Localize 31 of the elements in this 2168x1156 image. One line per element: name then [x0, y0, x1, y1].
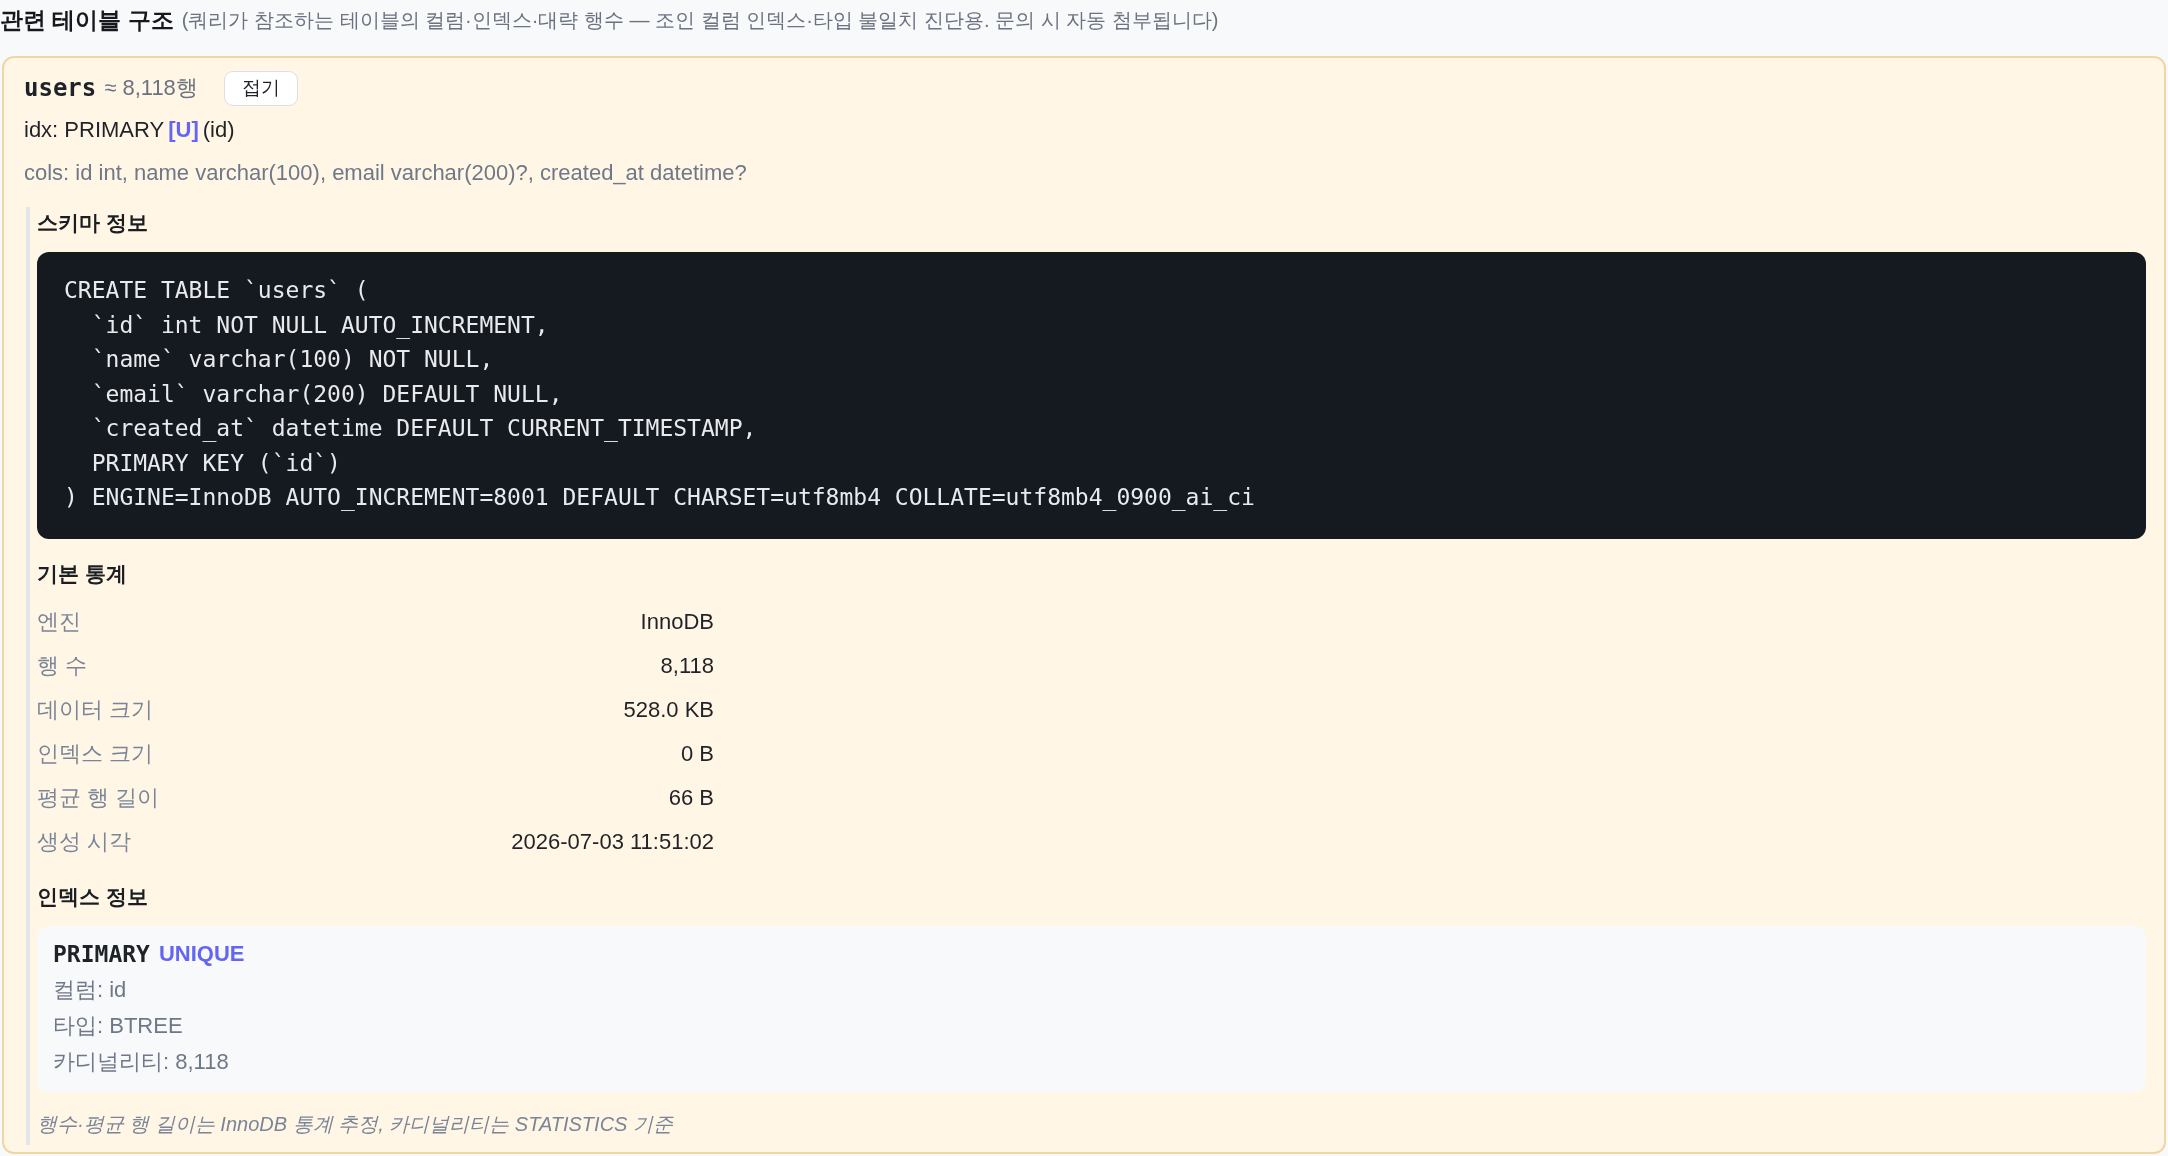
footnote: 행수·평균 행 길이는 InnoDB 통계 추정, 카디널리티는 STATISTICS 기준 — [37, 1111, 673, 1137]
sql-code: CREATE TABLE `users` ( `id` int NOT NULL AUTO_INCREMENT, `name` varchar(100) NOT NULL, `email` varchar(200) DEFAULT NULL, `created_at` datetime DEFAULT CURRENT_TIMESTAMP, PRIMARY KEY (`id`) ) ENGINE=InnoDB AUTO_INCREMENT=8001 DEFAULT CHARSET=utf8mb4 COLLATE=utf8mb4_0900_ai_ci — [64, 276, 1255, 513]
stat-label: 행 수 — [37, 651, 88, 680]
section-heading: 인덱스 정보 — [37, 883, 148, 910]
index-summary-columns: (id) — [202, 114, 235, 146]
stat-value: 0 B — [680, 740, 714, 767]
index-detail: 카디널리티: 8,118 — [53, 1047, 229, 1076]
table-name: users — [24, 74, 97, 102]
stat-value: 528.0 KB — [623, 696, 714, 723]
columns-summary: cols: id int, name varchar(100), email varchar(200)?, created_at datetime? — [24, 159, 747, 187]
index-name: PRIMARY — [53, 940, 150, 967]
page-title: 관련 테이블 구조 — [0, 5, 174, 35]
stat-label: 인덱스 크기 — [37, 739, 154, 768]
stat-label: 평균 행 길이 — [37, 783, 160, 812]
stat-value: InnoDB — [640, 608, 714, 635]
section-heading: 스키마 정보 — [37, 210, 148, 236]
collapse-button[interactable]: 접기 — [223, 70, 298, 106]
stat-label: 엔진 — [37, 607, 81, 636]
unique-label: [U] — [168, 116, 199, 144]
stat-label: 데이터 크기 — [37, 695, 154, 724]
index-summary-name: idx: PRIMARY — [24, 116, 165, 144]
section-heading: 기본 통계 — [37, 560, 127, 587]
stat-value: 8,118 — [660, 652, 714, 679]
page-subtitle: (쿼리가 참조하는 테이블의 컬럼·인덱스·대략 행수 — 조인 컬럼 인덱스·타입 불일치 진단용. 문의 시 자동 첨부됩니다) — [181, 7, 1219, 33]
row-estimate: ≈ 8,118행 — [104, 74, 198, 102]
index-detail: 컬럼: id — [53, 975, 127, 1004]
stat-value: 66 B — [668, 784, 714, 811]
index-detail: 타입: BTREE — [53, 1011, 183, 1040]
index-type-label: UNIQUE — [158, 940, 245, 967]
stat-value: 2026-07-03 11:51:02 — [511, 828, 714, 855]
stat-label: 생성 시각 — [37, 827, 132, 856]
